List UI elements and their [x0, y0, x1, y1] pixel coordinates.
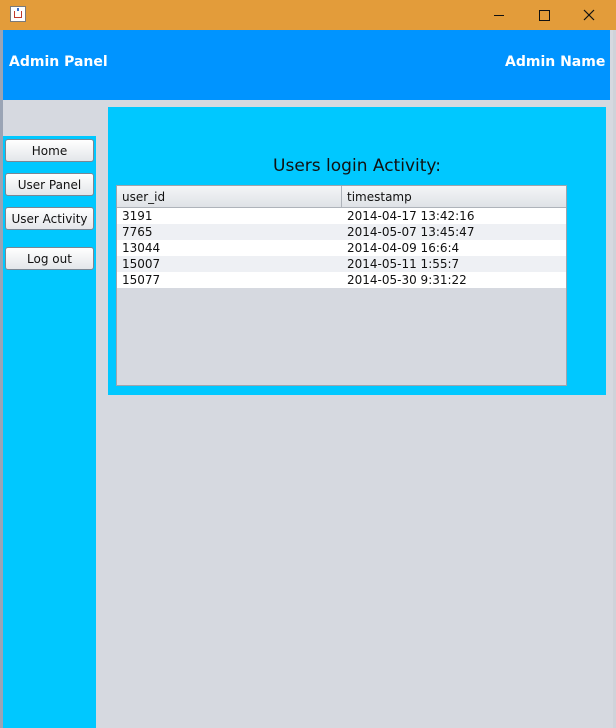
table-row[interactable]: 15077 2014-05-30 9:31:22 [117, 272, 566, 288]
table-header: user_id timestamp [117, 186, 566, 208]
cell-user-id: 15077 [122, 273, 161, 287]
cell-timestamp: 2014-05-07 13:45:47 [347, 225, 475, 239]
cell-timestamp: 2014-04-17 13:42:16 [347, 209, 475, 223]
close-icon [583, 9, 595, 21]
column-header-user-id[interactable]: user_id [117, 186, 342, 207]
close-button[interactable] [566, 0, 612, 30]
cell-timestamp: 2014-05-30 9:31:22 [347, 273, 467, 287]
column-header-timestamp[interactable]: timestamp [342, 186, 566, 207]
minimize-icon [494, 14, 504, 16]
java-cup-icon [10, 6, 26, 22]
table-row[interactable]: 13044 2014-04-09 16:6:4 [117, 240, 566, 256]
table-row[interactable]: 3191 2014-04-17 13:42:16 [117, 208, 566, 224]
maximize-button[interactable] [521, 0, 567, 30]
home-button[interactable]: Home [5, 139, 94, 162]
table-row[interactable]: 15007 2014-05-11 1:55:7 [117, 256, 566, 272]
cell-timestamp: 2014-04-09 16:6:4 [347, 241, 460, 255]
logout-button[interactable]: Log out [5, 247, 94, 270]
user-panel-button[interactable]: User Panel [5, 173, 94, 196]
panel-title: Users login Activity: [273, 156, 441, 176]
admin-name-label: Admin Name [505, 54, 606, 70]
app-title: Admin Panel [9, 54, 108, 70]
cell-user-id: 15007 [122, 257, 161, 271]
cell-timestamp: 2014-05-11 1:55:7 [347, 257, 460, 271]
minimize-button[interactable] [476, 0, 522, 30]
cell-user-id: 7765 [122, 225, 153, 239]
cell-user-id: 13044 [122, 241, 161, 255]
user-activity-button[interactable]: User Activity [5, 207, 94, 230]
maximize-icon [538, 9, 550, 21]
table-row[interactable]: 7765 2014-05-07 13:45:47 [117, 224, 566, 240]
cell-user-id: 3191 [122, 209, 153, 223]
